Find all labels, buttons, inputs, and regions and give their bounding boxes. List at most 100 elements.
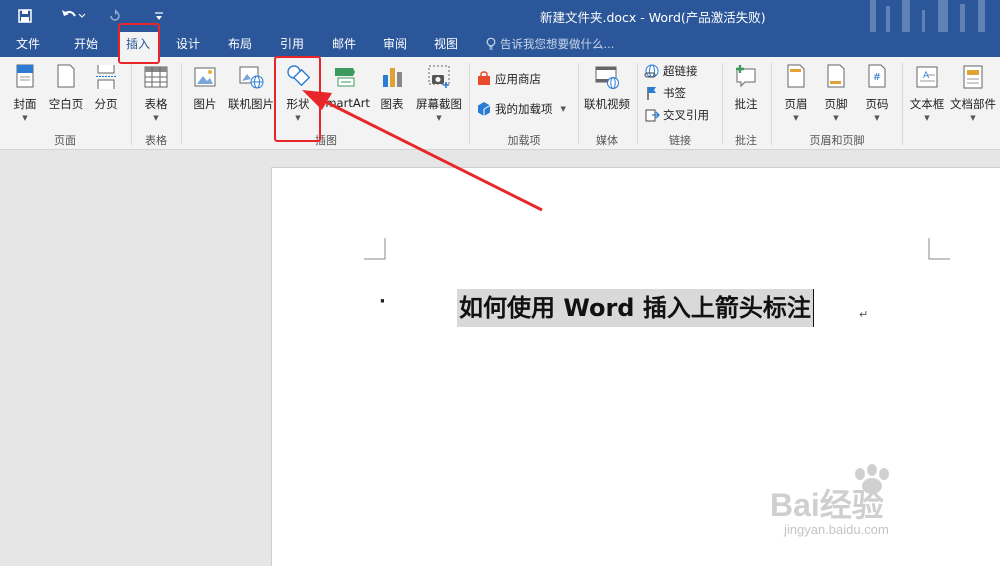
save-button[interactable] bbox=[10, 0, 40, 32]
comment-button[interactable]: 批注 bbox=[726, 59, 766, 127]
header-label: 页眉 bbox=[784, 97, 808, 111]
addins-icon bbox=[478, 102, 491, 116]
group-addins-label: 加载项 bbox=[507, 134, 541, 147]
cross-reference-button[interactable]: 交叉引用 bbox=[644, 105, 709, 125]
chevron-down-icon: ▼ bbox=[295, 114, 301, 122]
new-comment-icon bbox=[736, 65, 756, 88]
tab-design[interactable]: 设计 bbox=[166, 32, 210, 57]
undo-icon bbox=[62, 10, 86, 18]
quick-parts-button[interactable]: 文档部件 ▼ bbox=[948, 59, 998, 127]
crop-mark-top-left bbox=[364, 238, 386, 260]
online-video-icon bbox=[595, 66, 619, 89]
online-picture-button[interactable]: 联机图片 bbox=[226, 59, 276, 127]
baidu-jingyan-watermark: Bai经验 jingyan.baidu.com bbox=[770, 460, 970, 550]
tell-me-placeholder: 告诉我您想要做什么... bbox=[500, 37, 615, 51]
table-button[interactable]: 表格 ▼ bbox=[136, 59, 176, 127]
hyperlink-button[interactable]: 超链接 bbox=[644, 61, 698, 81]
quick-parts-label: 文档部件 bbox=[950, 97, 996, 111]
tab-layout[interactable]: 布局 bbox=[218, 32, 262, 57]
group-separator bbox=[469, 63, 470, 145]
shapes-label: 形状 bbox=[286, 97, 310, 111]
customize-qat-icon bbox=[155, 12, 163, 20]
cover-page-button[interactable]: 封面 ▼ bbox=[6, 59, 44, 127]
group-pages-label: 页面 bbox=[54, 134, 76, 147]
cover-page-label: 封面 bbox=[13, 97, 37, 111]
customize-qat-button[interactable] bbox=[150, 0, 168, 32]
page-break-button[interactable]: 分页 bbox=[88, 59, 124, 127]
chart-icon bbox=[383, 68, 402, 87]
online-video-button[interactable]: 联机视频 bbox=[582, 59, 632, 127]
textbox-icon: A bbox=[916, 66, 938, 88]
blank-page-button[interactable]: 空白页 bbox=[46, 59, 86, 127]
tab-file[interactable]: 文件 bbox=[4, 32, 52, 57]
document-heading[interactable]: 如何使用 Word 插入上箭头标注 bbox=[457, 289, 814, 327]
paragraph-mark: ↵ bbox=[859, 308, 869, 321]
ribbon: 封面 ▼ 空白页 分页 页面 表格 ▼ 表格 图片 联机图片 形状 ▼ Smar… bbox=[0, 57, 1000, 150]
picture-icon bbox=[194, 67, 216, 87]
footer-button[interactable]: 页脚 ▼ bbox=[818, 59, 854, 127]
cross-reference-label: 交叉引用 bbox=[663, 108, 709, 122]
group-links-label: 链接 bbox=[669, 134, 691, 147]
bookmark-button[interactable]: 书签 bbox=[644, 83, 686, 103]
window-title: 新建文件夹.docx - Word(产品激活失败) bbox=[540, 10, 766, 25]
tab-view[interactable]: 视图 bbox=[424, 32, 468, 57]
my-addins-label: 我的加载项 bbox=[495, 102, 553, 116]
title-bar: 新建文件夹.docx - Word(产品激活失败) bbox=[0, 0, 1000, 32]
online-picture-label: 联机图片 bbox=[228, 97, 274, 111]
page-number-button[interactable]: # 页码 ▼ bbox=[858, 59, 896, 127]
screenshot-label: 屏幕截图 bbox=[416, 97, 462, 111]
table-label: 表格 bbox=[144, 97, 168, 111]
footer-icon bbox=[827, 64, 845, 88]
chevron-down-icon: ▼ bbox=[970, 114, 976, 122]
cross-reference-icon bbox=[645, 109, 660, 122]
tell-me-box[interactable]: 告诉我您想要做什么... bbox=[486, 32, 614, 57]
chevron-down-icon: ▼ bbox=[560, 105, 566, 113]
page-number-icon: # bbox=[868, 64, 886, 88]
watermark-brand: Bai经验 bbox=[770, 487, 884, 523]
watermark-url: jingyan.baidu.com bbox=[784, 522, 889, 537]
undo-button[interactable] bbox=[54, 0, 92, 32]
header-button[interactable]: 页眉 ▼ bbox=[778, 59, 814, 127]
footer-label: 页脚 bbox=[824, 97, 848, 111]
tab-mailings[interactable]: 邮件 bbox=[322, 32, 366, 57]
chevron-down-icon: ▼ bbox=[793, 114, 799, 122]
chart-label: 图表 bbox=[380, 97, 404, 111]
chevron-down-icon: ▼ bbox=[924, 114, 930, 122]
group-comments-label: 批注 bbox=[735, 134, 757, 147]
tab-home[interactable]: 开始 bbox=[62, 32, 110, 57]
page-number-label: 页码 bbox=[865, 97, 889, 111]
group-tables-label: 表格 bbox=[145, 134, 167, 147]
quick-parts-icon bbox=[963, 65, 983, 89]
tab-references[interactable]: 引用 bbox=[270, 32, 314, 57]
chevron-down-icon: ▼ bbox=[874, 114, 880, 122]
chevron-down-icon: ▼ bbox=[833, 114, 839, 122]
screenshot-button[interactable]: 屏幕截图 ▼ bbox=[412, 59, 466, 127]
my-addins-button[interactable]: 我的加载项 ▼ bbox=[476, 99, 566, 119]
tab-review[interactable]: 审阅 bbox=[373, 32, 417, 57]
title-bar-decoration bbox=[870, 0, 985, 32]
chevron-down-icon: ▼ bbox=[153, 114, 159, 122]
svg-text:A: A bbox=[923, 71, 930, 81]
page-break-icon bbox=[96, 65, 116, 89]
picture-button[interactable]: 图片 bbox=[186, 59, 224, 127]
group-separator bbox=[637, 63, 638, 145]
shapes-button[interactable]: 形状 ▼ bbox=[280, 59, 316, 127]
redo-button[interactable] bbox=[104, 0, 126, 32]
group-separator bbox=[771, 63, 772, 145]
screenshot-icon bbox=[428, 65, 450, 88]
textbox-button[interactable]: A 文本框 ▼ bbox=[906, 59, 948, 127]
ribbon-tabs: 文件 开始 插入 设计 布局 引用 邮件 审阅 视图 告诉我您想要做什么... bbox=[0, 32, 1000, 57]
tab-insert[interactable]: 插入 bbox=[118, 32, 158, 57]
smartart-button[interactable]: SmartArt bbox=[318, 59, 370, 127]
bookmark-icon bbox=[647, 87, 656, 100]
svg-text:#: # bbox=[873, 72, 881, 83]
shapes-icon bbox=[287, 65, 311, 87]
store-button[interactable]: 应用商店 bbox=[476, 69, 541, 89]
picture-label: 图片 bbox=[193, 97, 217, 111]
cover-page-icon bbox=[16, 64, 34, 88]
blank-page-icon bbox=[57, 64, 75, 88]
hyperlink-label: 超链接 bbox=[663, 64, 698, 78]
bookmark-label: 书签 bbox=[663, 86, 686, 100]
chevron-down-icon: ▼ bbox=[22, 114, 28, 122]
chart-button[interactable]: 图表 bbox=[374, 59, 410, 127]
